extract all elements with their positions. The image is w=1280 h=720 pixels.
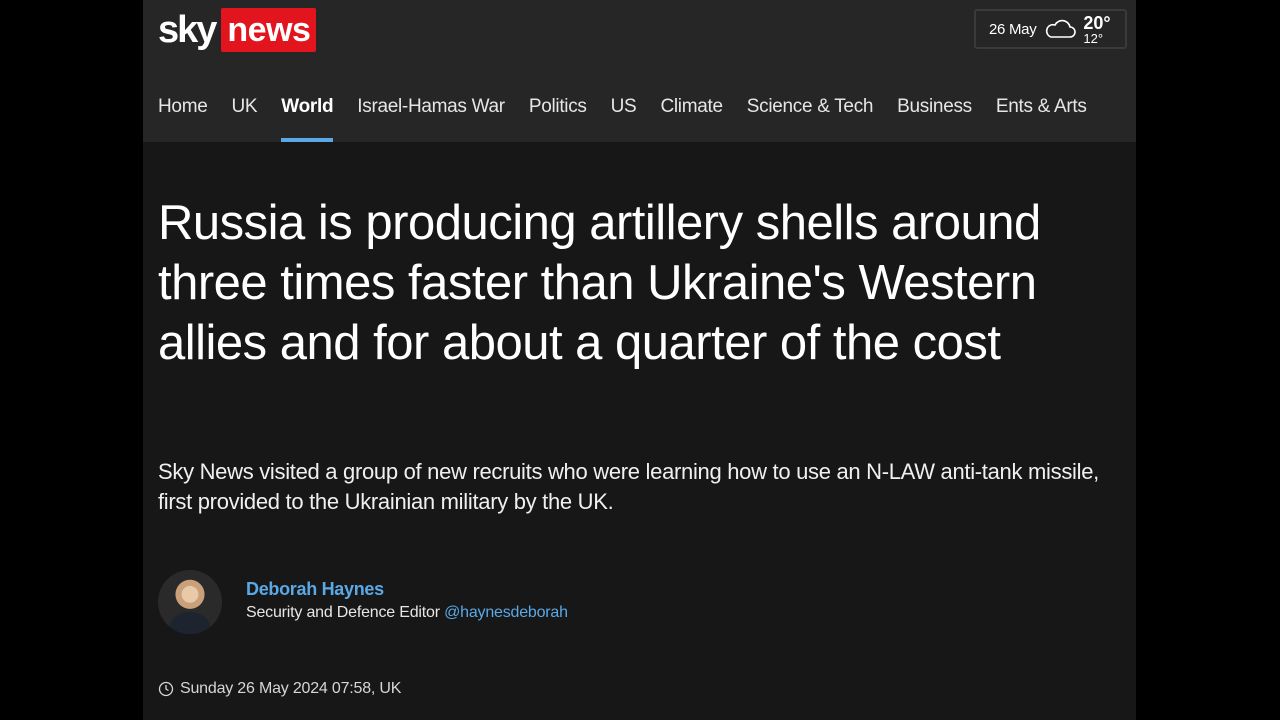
temp-high: 20° bbox=[1083, 12, 1111, 33]
nav-item-uk[interactable]: UK bbox=[231, 92, 257, 122]
nav-item-science-tech[interactable]: Science & Tech bbox=[747, 92, 874, 122]
author-byline: Deborah Haynes Security and Defence Edit… bbox=[158, 570, 568, 634]
author-twitter-handle[interactable]: @haynesdeborah bbox=[444, 604, 568, 621]
logo-sky-text: sky bbox=[158, 9, 217, 51]
author-role: Security and Defence Editor bbox=[246, 604, 440, 621]
author-details: Deborah Haynes Security and Defence Edit… bbox=[246, 578, 568, 626]
main-nav: Home UK World Israel-Hamas War Politics … bbox=[158, 92, 1111, 142]
author-avatar[interactable] bbox=[158, 570, 222, 634]
cloud-icon bbox=[1046, 19, 1077, 38]
nav-item-israel-hamas-war[interactable]: Israel-Hamas War bbox=[357, 92, 505, 122]
logo-news-text: news bbox=[221, 8, 317, 52]
nav-item-us[interactable]: US bbox=[611, 92, 637, 122]
clock-icon bbox=[158, 681, 174, 697]
page: sky news 26 May 20° 12° Home UK World Is… bbox=[143, 0, 1136, 720]
author-role-line: Security and Defence Editor @haynesdebor… bbox=[246, 600, 568, 626]
avatar-figure bbox=[170, 612, 210, 634]
article-dateline: Sunday 26 May 2024 07:58, UK bbox=[158, 680, 401, 698]
nav-item-politics[interactable]: Politics bbox=[529, 92, 587, 122]
weather-temperatures: 20° 12° bbox=[1083, 14, 1110, 45]
nav-item-world[interactable]: World bbox=[281, 92, 334, 142]
nav-item-business[interactable]: Business bbox=[897, 92, 972, 122]
publish-date: Sunday 26 May 2024 07:58, UK bbox=[180, 680, 402, 697]
weather-widget[interactable]: 26 May 20° 12° bbox=[974, 9, 1127, 49]
site-header: sky news 26 May 20° 12° Home UK World Is… bbox=[143, 0, 1136, 142]
article-headline: Russia is producing artillery shells aro… bbox=[158, 196, 1041, 370]
nav-item-climate[interactable]: Climate bbox=[660, 92, 723, 122]
nav-item-ents-arts[interactable]: Ents & Arts bbox=[996, 92, 1087, 122]
weather-date: 26 May bbox=[989, 20, 1037, 38]
sky-news-logo[interactable]: sky news bbox=[158, 8, 317, 52]
author-name[interactable]: Deborah Haynes bbox=[246, 578, 568, 600]
nav-item-home[interactable]: Home bbox=[158, 92, 208, 122]
temp-low: 12° bbox=[1083, 30, 1104, 46]
article-standfirst: Sky News visited a group of new recruits… bbox=[158, 459, 1099, 514]
